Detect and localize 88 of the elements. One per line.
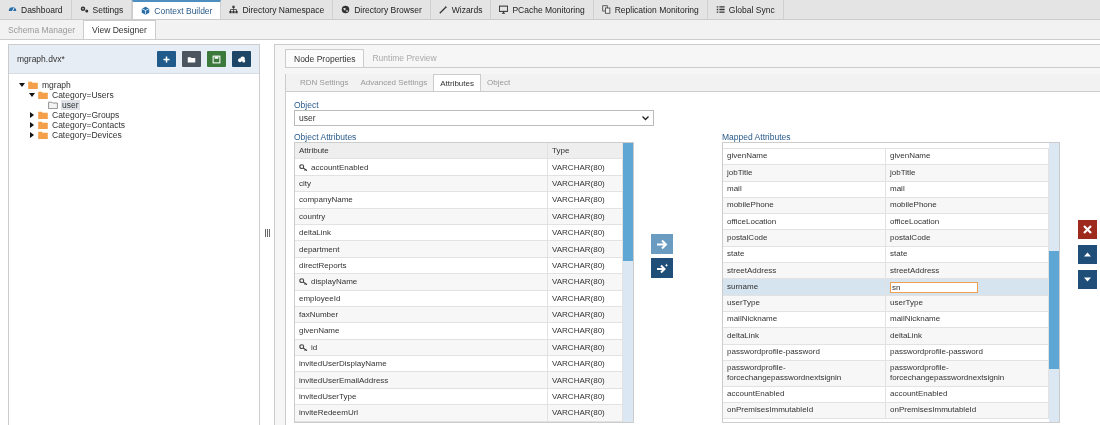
expander-icon[interactable] — [29, 92, 35, 98]
wand-icon — [438, 5, 448, 14]
caret-icon — [642, 115, 649, 121]
arrow-sparkle-icon — [655, 262, 669, 274]
input-field[interactable]: sn — [890, 281, 978, 293]
expander-icon[interactable] — [29, 122, 35, 128]
monitor-icon — [499, 5, 509, 14]
right-arrow-icon — [655, 238, 669, 250]
attribute-cell[interactable]: employeeId — [295, 290, 548, 306]
tree-item[interactable]: Category=Contacts — [51, 120, 126, 130]
sub-tab[interactable]: View Designer — [83, 20, 156, 39]
attribute-cell[interactable]: country — [295, 208, 548, 224]
toolbar-button[interactable] — [182, 51, 201, 67]
attribute-cell[interactable]: id — [295, 339, 548, 356]
map-all-button[interactable] — [651, 258, 673, 278]
attribute-cell[interactable]: givenName — [295, 323, 548, 339]
attribute-cell[interactable]: invitedUserDisplayName — [295, 356, 548, 372]
source-cell[interactable]: givenName — [723, 149, 886, 165]
key-icon — [299, 278, 308, 286]
source-cell[interactable]: jobTitle — [723, 165, 886, 181]
object-select[interactable]: user — [294, 110, 654, 126]
tree-item[interactable]: Category=Groups — [51, 110, 121, 120]
close-icon — [1083, 225, 1092, 234]
expander-icon[interactable] — [19, 82, 25, 88]
move-down-button[interactable] — [1078, 270, 1097, 289]
attribute-cell[interactable]: faxNumber — [295, 306, 548, 323]
source-cell[interactable]: userType — [723, 295, 886, 311]
nav-tab[interactable]: Context Builder — [132, 0, 222, 19]
source-cell[interactable]: officeLocation — [723, 214, 886, 230]
source-cell[interactable]: postalCode — [723, 230, 886, 246]
attribute-cell[interactable]: department — [295, 241, 548, 257]
panel-tab[interactable]: Node Properties — [285, 49, 365, 67]
folder-icon — [187, 54, 196, 64]
gauge-icon — [8, 5, 17, 14]
attribute-cell[interactable]: inviteRedeemUrl — [295, 405, 548, 421]
key-icon — [299, 343, 308, 351]
save-icon — [212, 54, 221, 64]
attribute-cell[interactable]: invitedUserEmailAddress — [295, 372, 548, 388]
toolbar-button[interactable] — [157, 51, 176, 67]
move-up-button[interactable] — [1078, 245, 1097, 264]
source-cell[interactable]: streetAddress — [723, 263, 886, 279]
source-cell[interactable]: deltaLink — [723, 328, 886, 344]
gears-icon — [79, 5, 89, 14]
source-cell[interactable]: mobilePhone — [723, 197, 886, 214]
section-title: Object Attributes — [294, 132, 358, 142]
scrollbar[interactable] — [623, 143, 633, 422]
expander-icon[interactable] — [29, 132, 35, 138]
source-cell[interactable]: state — [723, 246, 886, 263]
cube-icon — [141, 6, 151, 15]
attribute-cell[interactable]: deltaLink — [295, 224, 548, 241]
splitter-handle[interactable] — [264, 228, 270, 237]
attribute-cell[interactable]: accountEnabled — [295, 159, 548, 175]
property-tab[interactable]: Attributes — [433, 74, 481, 91]
cloud-icon — [237, 54, 246, 64]
attribute-cell[interactable]: displayName — [295, 274, 548, 290]
list-icon — [715, 5, 725, 14]
hierarchy-icon — [229, 5, 239, 14]
source-cell[interactable]: onPremisesImmutableId — [723, 402, 886, 419]
source-cell[interactable]: passwordprofile-password — [723, 344, 886, 360]
scrollbar[interactable] — [1049, 143, 1059, 422]
caret-down-icon — [1083, 275, 1092, 284]
toolbar-button[interactable] — [232, 51, 251, 67]
source-cell[interactable]: accountEnabled — [723, 386, 886, 402]
outline-folder-icon — [48, 101, 58, 109]
source-cell[interactable]: mail — [723, 181, 886, 197]
plus-icon — [162, 54, 171, 64]
tree-item[interactable]: Category=Devices — [51, 130, 123, 140]
attribute-cell[interactable]: directReports — [295, 257, 548, 274]
source-cell[interactable]: passwordprofile-forcechangepasswordnextsignin — [723, 360, 886, 386]
globe-icon — [341, 5, 351, 14]
toolbar-button[interactable] — [207, 51, 226, 67]
attribute-cell[interactable]: companyName — [295, 192, 548, 208]
remove-button[interactable] — [1078, 220, 1097, 239]
source-cell[interactable]: surname — [723, 279, 886, 295]
section-title: Mapped Attributes — [722, 132, 792, 142]
key-icon — [299, 163, 308, 171]
copy-icon — [601, 5, 611, 14]
field-label: Object — [294, 100, 320, 110]
tree-item[interactable]: mgraph — [41, 80, 72, 90]
tree-item[interactable]: Category=Users — [51, 90, 115, 100]
attribute-cell[interactable]: city — [295, 175, 548, 192]
source-cell[interactable]: mailNickname — [723, 311, 886, 328]
file-name: mgraph.dvx* — [17, 54, 65, 64]
caret-up-icon — [1083, 250, 1092, 259]
attribute-cell[interactable]: invitedUserType — [295, 388, 548, 405]
tree-item[interactable]: user — [61, 100, 80, 110]
expander-icon[interactable] — [29, 112, 35, 118]
column-header[interactable]: Attribute — [295, 143, 548, 159]
